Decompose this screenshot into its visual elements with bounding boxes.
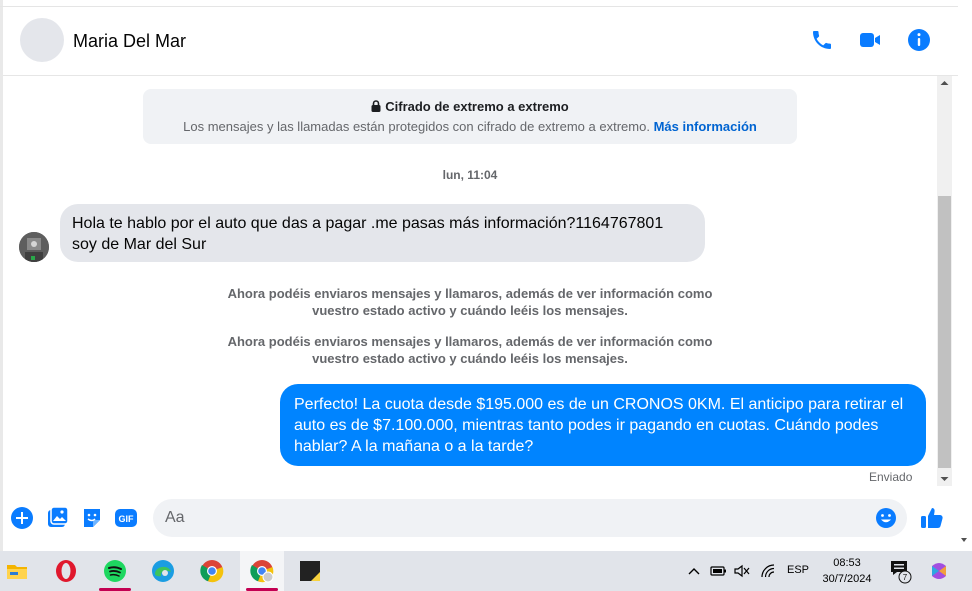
windows-taskbar: ESP 08:53 30/7/2024 7 <box>0 551 972 591</box>
sender-photo <box>19 232 49 262</box>
opera-icon <box>56 560 76 582</box>
info-icon[interactable] <box>907 28 931 52</box>
video-camera-icon[interactable] <box>858 28 882 52</box>
message-composer: GIF <box>3 494 958 542</box>
clock-time: 08:53 <box>833 557 861 569</box>
encryption-title-text: Cifrado de extremo a extremo <box>385 99 569 114</box>
messenger-window: Maria Del Mar Cifrado de extremo a extre… <box>0 0 972 551</box>
file-explorer-icon <box>7 565 27 579</box>
window-edge <box>0 0 3 551</box>
message-input[interactable] <box>153 499 907 537</box>
notification-count: 7 <box>903 573 908 582</box>
sticky-notes-icon <box>300 561 320 581</box>
notification-center[interactable]: 7 <box>889 558 915 584</box>
notifications-icon: 7 <box>891 561 912 584</box>
chrome-profile-icon <box>250 560 274 583</box>
scroll-thumb[interactable] <box>938 196 951 468</box>
system-notice: Ahora podéis enviaros mensajes y llamaro… <box>227 334 713 366</box>
more-info-link[interactable]: Más información <box>654 119 757 134</box>
encryption-description: Los mensajes y las llamadas están proteg… <box>183 119 650 134</box>
wifi-icon[interactable] <box>758 561 778 581</box>
scroll-up-arrow-icon[interactable] <box>937 78 952 88</box>
chevron-down-icon <box>961 538 967 542</box>
gif-icon[interactable]: GIF <box>114 506 138 530</box>
taskbar-chrome-profile[interactable] <box>240 551 284 591</box>
taskbar-file-explorer[interactable] <box>0 551 39 591</box>
chrome-icon <box>200 560 224 583</box>
taskbar-chrome[interactable] <box>190 551 234 591</box>
taskbar-edge[interactable] <box>141 551 185 591</box>
battery-icon[interactable] <box>708 561 728 581</box>
incoming-message-text: Hola te hablo por el auto que das a paga… <box>72 215 664 253</box>
copilot-icon[interactable] <box>928 560 950 582</box>
gif-label: GIF <box>119 514 135 524</box>
incoming-message[interactable]: Hola te hablo por el auto que das a paga… <box>60 204 705 262</box>
encryption-text: Los mensajes y las llamadas están proteg… <box>143 119 797 134</box>
chat-scrollbar[interactable] <box>937 76 952 486</box>
outgoing-message[interactable]: Perfecto! La cuota desde $195.000 es de … <box>280 384 926 466</box>
add-plus-icon[interactable] <box>10 506 34 530</box>
photo-gallery-icon[interactable] <box>46 506 70 530</box>
emoji-icon[interactable] <box>875 507 897 529</box>
clock-date: 30/7/2024 <box>822 573 872 585</box>
contact-avatar[interactable] <box>20 18 64 62</box>
spotify-icon <box>104 560 126 582</box>
taskbar-sticky-notes[interactable] <box>288 551 332 591</box>
phone-icon[interactable] <box>810 28 834 52</box>
sender-avatar[interactable] <box>19 232 49 262</box>
system-clock[interactable]: 08:53 30/7/2024 <box>812 555 882 587</box>
like-thumb-icon[interactable] <box>919 505 945 531</box>
outgoing-message-text: Perfecto! La cuota desde $195.000 es de … <box>294 396 904 455</box>
message-timestamp: lun, 11:04 <box>442 168 498 182</box>
taskbar-spotify[interactable] <box>93 551 137 591</box>
sticker-icon[interactable] <box>80 506 104 530</box>
lock-icon <box>371 100 381 112</box>
taskbar-opera[interactable] <box>44 551 88 591</box>
system-notice: Ahora podéis enviaros mensajes y llamaro… <box>227 286 713 318</box>
chevron-up-icon[interactable] <box>684 561 704 581</box>
encryption-banner: Cifrado de extremo a extremo Los mensaje… <box>143 89 797 144</box>
contact-name[interactable]: Maria Del Mar <box>73 31 186 52</box>
volume-muted-icon[interactable] <box>732 561 752 581</box>
encryption-title: Cifrado de extremo a extremo <box>143 99 797 114</box>
language-indicator[interactable]: ESP <box>787 564 809 576</box>
scroll-down-arrow-icon[interactable] <box>937 474 952 484</box>
edge-icon <box>152 560 174 582</box>
sent-status: Enviado <box>869 470 913 484</box>
chat-header: Maria Del Mar <box>3 7 958 76</box>
